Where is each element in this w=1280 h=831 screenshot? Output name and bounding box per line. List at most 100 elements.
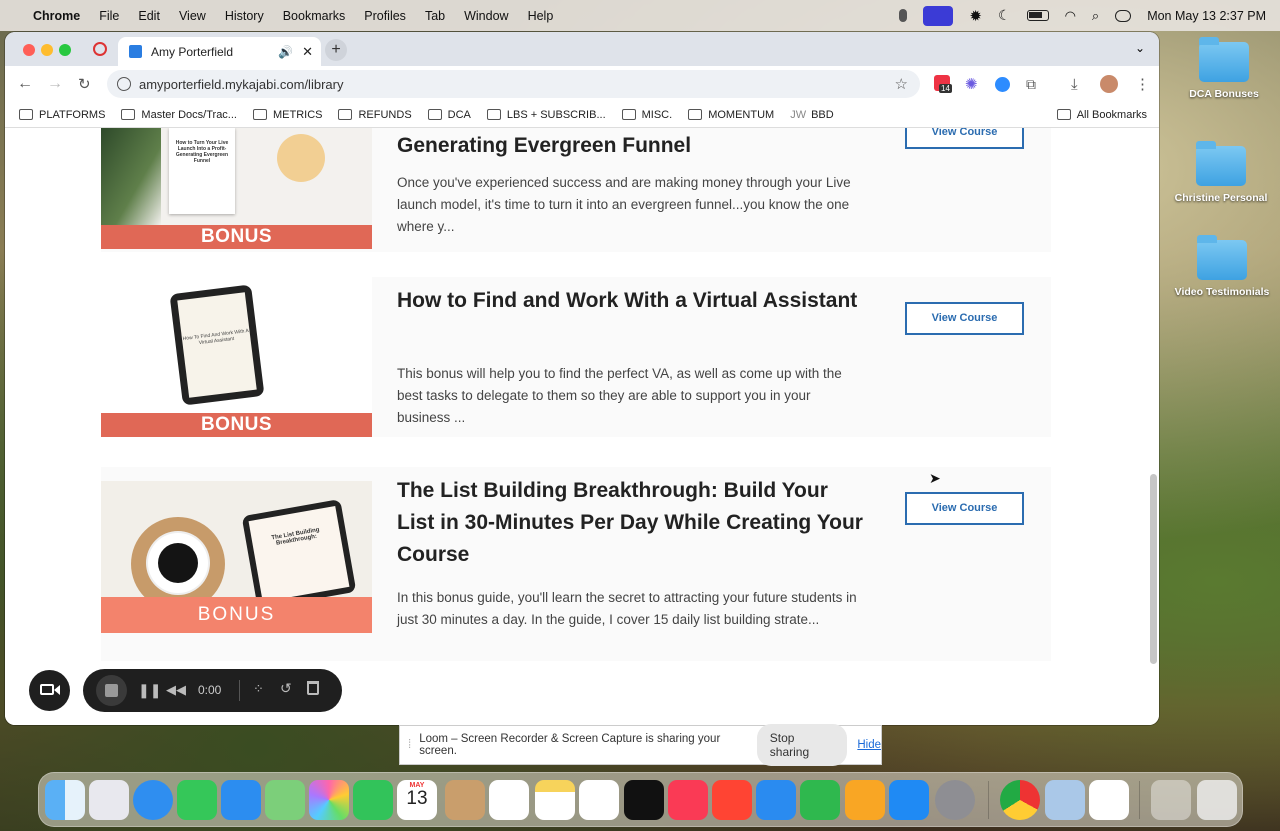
view-course-button[interactable]: View Course — [905, 302, 1024, 335]
site-settings-icon[interactable] — [117, 77, 131, 91]
pause-icon[interactable]: ❚❚ — [138, 682, 161, 699]
bookmark-folder[interactable]: METRICS — [252, 109, 322, 121]
mail-icon[interactable] — [221, 780, 261, 820]
desktop-folder-christine-personal[interactable]: Christine Personal — [1171, 141, 1271, 204]
menu-view[interactable]: View — [179, 9, 206, 23]
facetime-icon[interactable] — [353, 780, 393, 820]
reload-button[interactable]: ↻ — [78, 75, 91, 93]
maximize-window-button[interactable] — [59, 44, 71, 56]
gear-icon[interactable]: ✹ — [969, 7, 982, 25]
control-center-icon[interactable] — [1115, 9, 1132, 22]
launchpad-icon[interactable] — [89, 780, 129, 820]
extensions-puzzle-icon[interactable]: ⧉ — [1026, 76, 1036, 93]
menubar-clock[interactable]: Mon May 13 2:37 PM — [1147, 9, 1266, 23]
pages-icon[interactable] — [845, 780, 885, 820]
maps-icon[interactable] — [265, 780, 305, 820]
hide-link[interactable]: Hide — [857, 739, 881, 751]
menu-tab[interactable]: Tab — [425, 9, 445, 23]
freeform-icon[interactable] — [579, 780, 619, 820]
course-title[interactable]: Generating Evergreen Funnel — [397, 130, 867, 162]
back-button[interactable]: ← — [17, 75, 33, 93]
menu-window[interactable]: Window — [464, 9, 508, 23]
course-thumbnail[interactable]: How to Turn Your Live Launch Into a Prof… — [101, 128, 372, 249]
bookmark-folder[interactable]: Master Docs/Trac... — [121, 109, 237, 121]
downloads-icon[interactable]: ⤓ — [1071, 76, 1078, 93]
menu-help[interactable]: Help — [528, 9, 554, 23]
bookmark-folder[interactable]: DCA — [427, 109, 471, 121]
system-settings-icon[interactable] — [935, 780, 975, 820]
screen-share-indicator-icon[interactable] — [923, 5, 954, 26]
extension-star-icon[interactable]: ✺ — [965, 75, 978, 93]
tab-amy-porterfield[interactable]: Amy Porterfield 🔊 ✕ — [118, 37, 321, 66]
microphone-icon[interactable] — [899, 9, 908, 22]
course-thumbnail[interactable]: How To Find And Work With A Virtual Assi… — [101, 277, 372, 437]
reminders-icon[interactable] — [489, 780, 529, 820]
speaker-icon[interactable]: 🔊 — [278, 45, 293, 59]
menu-history[interactable]: History — [225, 9, 264, 23]
menu-profiles[interactable]: Profiles — [364, 9, 406, 23]
bookmark-folder[interactable]: MOMENTUM — [688, 109, 774, 121]
tab-search-chevron-icon[interactable]: ⌄ — [1135, 41, 1145, 55]
recent-document-icon[interactable] — [1151, 780, 1191, 820]
bookmark-star-icon[interactable]: ☆ — [895, 75, 908, 93]
safari-icon[interactable] — [133, 780, 173, 820]
moon-icon[interactable]: ☾ — [998, 7, 1011, 24]
bookmark-folder[interactable]: PLATFORMS — [19, 109, 105, 121]
music-icon[interactable] — [668, 780, 708, 820]
finder-icon[interactable] — [45, 780, 85, 820]
rewind-icon[interactable]: ◀◀ — [166, 682, 186, 698]
app-store-icon[interactable] — [889, 780, 929, 820]
forward-button[interactable]: → — [47, 75, 63, 93]
bookmark-folder[interactable]: LBS + SUBSCRIB... — [486, 109, 606, 121]
desktop-folder-video-testimonials[interactable]: Video Testimonials — [1172, 235, 1272, 298]
page-scrollbar[interactable] — [1150, 474, 1157, 664]
stop-sharing-button[interactable]: Stop sharing — [756, 724, 848, 766]
menu-edit[interactable]: Edit — [138, 9, 160, 23]
menu-bookmarks[interactable]: Bookmarks — [283, 9, 346, 23]
messages-icon[interactable] — [177, 780, 217, 820]
restart-icon[interactable]: ↺ — [280, 680, 292, 697]
menu-file[interactable]: File — [99, 9, 119, 23]
bookmark-link[interactable]: JW BBD — [790, 109, 834, 121]
stop-recording-button[interactable] — [96, 675, 127, 706]
bookmark-folder[interactable]: REFUNDS — [338, 109, 412, 121]
drag-handle-icon[interactable]: ⁞ — [408, 739, 411, 751]
next-page-icon[interactable]: ❯ — [1033, 724, 1050, 725]
menu-app-name[interactable]: Chrome — [33, 9, 80, 23]
desktop-folder-dca-bonuses[interactable]: DCA Bonuses — [1174, 37, 1274, 100]
address-url[interactable]: amyporterfield.mykajabi.com/library — [139, 77, 343, 92]
new-tab-button[interactable]: + — [325, 39, 347, 61]
course-title[interactable]: The List Building Breakthrough: Build Yo… — [397, 475, 867, 571]
minimize-window-button[interactable] — [41, 44, 53, 56]
view-course-button[interactable]: View Course — [905, 492, 1024, 525]
address-bar[interactable]: amyporterfield.mykajabi.com/library ☆ — [107, 70, 920, 98]
preview-icon[interactable] — [1045, 780, 1085, 820]
calendar-icon[interactable]: MAY 13 — [397, 780, 437, 820]
close-tab-icon[interactable]: ✕ — [302, 44, 313, 60]
course-title[interactable]: How to Find and Work With a Virtual Assi… — [397, 285, 867, 317]
close-window-button[interactable] — [23, 44, 35, 56]
contacts-icon[interactable] — [445, 780, 485, 820]
trash-icon[interactable] — [307, 681, 319, 695]
news-icon[interactable] — [712, 780, 752, 820]
keynote-icon[interactable] — [756, 780, 796, 820]
battery-icon[interactable] — [1026, 10, 1049, 21]
numbers-icon[interactable] — [800, 780, 840, 820]
bookmark-folder[interactable]: MISC. — [621, 109, 672, 121]
photos-icon[interactable] — [309, 780, 349, 820]
record-icon[interactable] — [93, 42, 107, 56]
all-bookmarks[interactable]: All Bookmarks — [1056, 109, 1147, 121]
zoom-extension-icon[interactable] — [995, 77, 1010, 92]
chrome-menu-icon[interactable]: ⋮ — [1135, 75, 1150, 93]
profile-avatar[interactable] — [1100, 75, 1118, 93]
spotlight-search-icon[interactable]: ⌕ — [1092, 8, 1099, 24]
notes-icon[interactable] — [535, 780, 575, 820]
loom-camera-button[interactable] — [29, 670, 70, 711]
slack-icon[interactable] — [1089, 780, 1129, 820]
view-course-button[interactable]: View Course — [905, 128, 1024, 149]
trash-icon[interactable] — [1197, 780, 1237, 820]
chrome-icon[interactable] — [1000, 780, 1040, 820]
course-thumbnail[interactable]: The List Building Breakthrough: BONUS — [101, 481, 372, 633]
drawing-tools-icon[interactable]: ⁘ — [253, 681, 264, 697]
wifi-icon[interactable]: ◠ — [1065, 8, 1076, 24]
